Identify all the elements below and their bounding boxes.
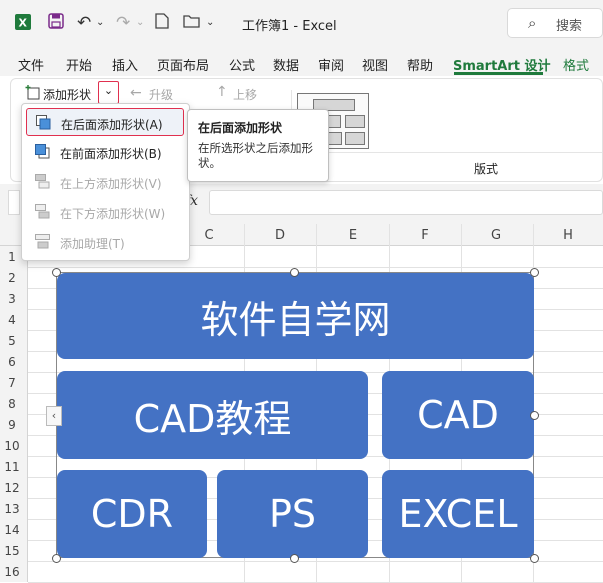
chevron-down-icon: ⌄ <box>103 84 114 97</box>
smartart-shape-cad[interactable]: CAD <box>382 371 534 459</box>
promote-button[interactable]: 升级 <box>149 86 173 103</box>
menu-item-add-shape-before[interactable]: 在前面添加形状(B) <box>26 138 184 166</box>
column-header-h[interactable]: H <box>533 228 603 243</box>
move-up-button[interactable]: 上移 <box>233 86 257 103</box>
tooltip: 在后面添加形状 在所选形状之后添加形状。 <box>187 109 329 182</box>
row-header-8[interactable]: 8 <box>0 397 24 411</box>
menu-item-label: 在前面添加形状(B) <box>60 147 162 161</box>
smartart-shape-ps[interactable]: PS <box>217 470 368 558</box>
name-box[interactable] <box>8 190 20 215</box>
row-header-13[interactable]: 13 <box>0 502 24 516</box>
move-up-arrow-icon: ↑ <box>216 84 228 100</box>
customize-toolbar-icon[interactable]: ⌄ <box>206 13 214 33</box>
column-header-f[interactable]: F <box>390 228 460 243</box>
excel-icon: X <box>14 13 32 36</box>
document-title: 工作簿1 - Excel <box>242 19 337 34</box>
promote-arrow-icon: ← <box>130 85 142 101</box>
active-tab-indicator <box>454 72 543 75</box>
row-header-7[interactable]: 7 <box>0 376 24 390</box>
gridline <box>28 267 603 268</box>
add-shape-dropdown-button[interactable]: ⌄ <box>98 81 119 104</box>
menu-item-label: 添加助理(T) <box>60 237 125 251</box>
menu-item-add-assistant[interactable]: 添加助理(T) <box>26 228 184 256</box>
tab-home[interactable]: 开始 <box>66 55 92 74</box>
column-header-g[interactable]: G <box>461 228 531 243</box>
menu-item-add-shape-below[interactable]: 在下方添加形状(W) <box>26 198 184 226</box>
layout-thumb-shape <box>345 115 365 128</box>
row-header-5[interactable]: 5 <box>0 334 24 348</box>
resize-handle[interactable] <box>52 268 61 277</box>
tab-format[interactable]: 格式 <box>563 55 589 74</box>
title-bar: X ↶ ⌄ ↷ ⌄ ⌄ 工作簿1 - Excel ⌕ 搜索 <box>0 0 603 48</box>
redo-dropdown-icon[interactable]: ⌄ <box>136 13 144 33</box>
add-shape-icon[interactable] <box>25 85 40 103</box>
formula-input[interactable] <box>209 190 603 215</box>
menu-item-add-shape-after[interactable]: 在后面添加形状(A) <box>26 108 184 136</box>
menu-item-label: 在后面添加形状(A) <box>61 118 163 132</box>
ribbon-group-divider <box>292 152 602 153</box>
text-pane-toggle-button[interactable]: ‹ <box>46 406 62 426</box>
smartart-shape-top[interactable]: 软件自学网 <box>57 273 534 359</box>
smartart-shape-cad-tutorial[interactable]: CAD教程 <box>57 371 368 459</box>
column-header-d[interactable]: D <box>245 228 315 243</box>
new-file-icon[interactable] <box>155 13 169 34</box>
tab-data[interactable]: 数据 <box>273 55 299 74</box>
add-shape-menu: 在后面添加形状(A) 在前面添加形状(B) 在上方添加形状(V) 在下方添加形状… <box>21 103 190 261</box>
tab-review[interactable]: 审阅 <box>318 55 344 74</box>
resize-handle[interactable] <box>52 554 61 563</box>
layout-thumb-shape <box>345 132 365 145</box>
gridline <box>28 561 603 562</box>
tab-help[interactable]: 帮助 <box>407 55 433 74</box>
resize-handle[interactable] <box>290 554 299 563</box>
menu-item-add-shape-above[interactable]: 在上方添加形状(V) <box>26 168 184 196</box>
row-header-6[interactable]: 6 <box>0 355 24 369</box>
svg-text:X: X <box>19 17 28 30</box>
layout-group-label: 版式 <box>474 162 499 176</box>
resize-handle[interactable] <box>530 554 539 563</box>
row-header-3[interactable]: 3 <box>0 292 24 306</box>
search-icon: ⌕ <box>528 14 537 32</box>
resize-handle[interactable] <box>290 268 299 277</box>
search-placeholder: 搜索 <box>556 19 583 34</box>
tab-file[interactable]: 文件 <box>18 55 44 74</box>
resize-handle[interactable] <box>530 268 539 277</box>
smartart-shape-excel[interactable]: EXCEL <box>382 470 534 558</box>
save-icon[interactable] <box>48 13 64 34</box>
column-header-e[interactable]: E <box>318 228 388 243</box>
tooltip-title: 在后面添加形状 <box>198 121 283 135</box>
add-shape-button[interactable]: 添加形状 <box>43 86 91 103</box>
tab-insert[interactable]: 插入 <box>112 55 138 74</box>
row-header-4[interactable]: 4 <box>0 313 24 327</box>
undo-icon[interactable]: ↶ <box>77 13 91 33</box>
add-shape-before-icon <box>35 144 50 159</box>
redo-icon[interactable]: ↷ <box>116 13 130 33</box>
row-header-10[interactable]: 10 <box>0 439 24 453</box>
row-header-14[interactable]: 14 <box>0 523 24 537</box>
smartart-shape-cdr[interactable]: CDR <box>57 470 207 558</box>
chevron-left-icon: ‹ <box>51 409 57 422</box>
tab-view[interactable]: 视图 <box>362 55 388 74</box>
add-shape-below-icon <box>35 204 50 219</box>
add-shape-after-icon <box>36 115 51 130</box>
open-folder-icon[interactable] <box>183 13 200 33</box>
tab-formulas[interactable]: 公式 <box>229 55 255 74</box>
row-header-2[interactable]: 2 <box>0 271 24 285</box>
row-header-15[interactable]: 15 <box>0 544 24 558</box>
row-header-12[interactable]: 12 <box>0 481 24 495</box>
resize-handle[interactable] <box>530 411 539 420</box>
add-shape-above-icon <box>35 174 50 189</box>
menu-item-label: 在下方添加形状(W) <box>60 207 166 221</box>
tooltip-body: 在所选形状之后添加形状。 <box>198 141 313 170</box>
tab-page-layout[interactable]: 页面布局 <box>157 55 209 74</box>
menu-item-label: 在上方添加形状(V) <box>60 177 162 191</box>
row-header-11[interactable]: 11 <box>0 460 24 474</box>
add-assistant-icon <box>35 234 50 249</box>
row-header-16[interactable]: 16 <box>0 565 24 579</box>
row-header-9[interactable]: 9 <box>0 418 24 432</box>
search-box[interactable]: ⌕ 搜索 <box>507 8 603 38</box>
undo-dropdown-icon[interactable]: ⌄ <box>96 13 104 33</box>
